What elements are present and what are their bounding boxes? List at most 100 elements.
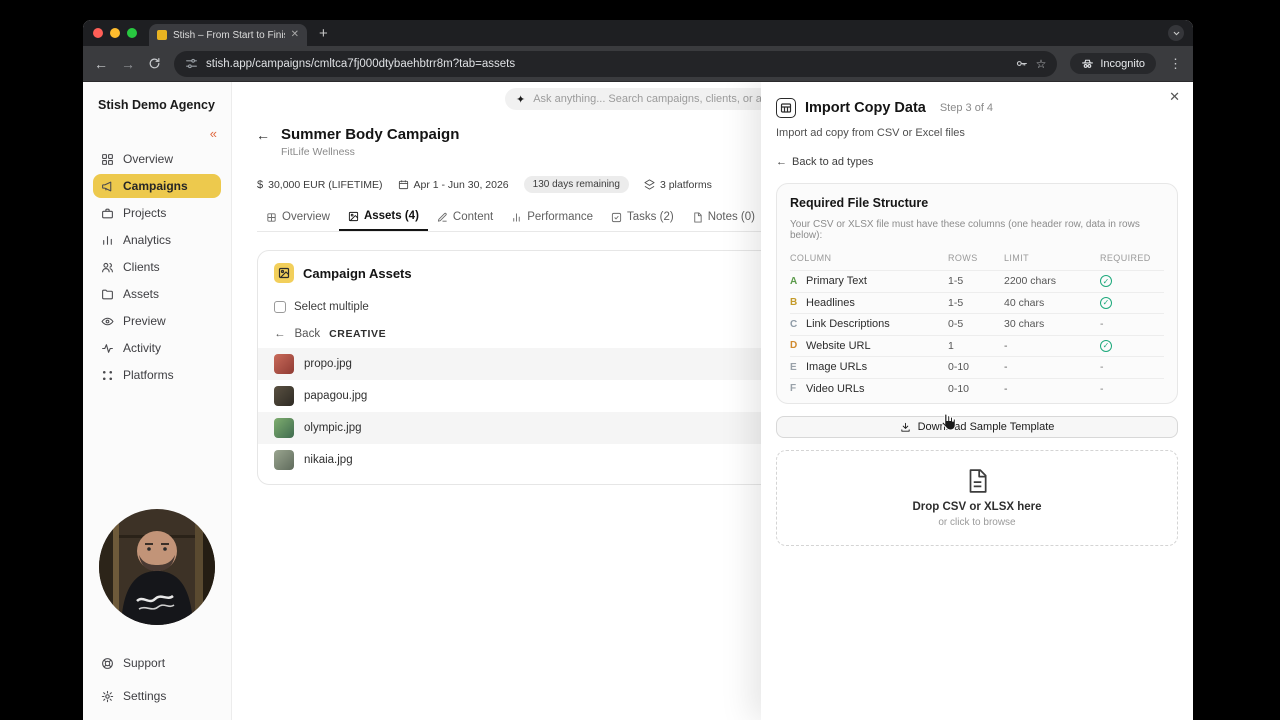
tab-performance[interactable]: Performance (502, 203, 602, 231)
users-icon (101, 261, 114, 274)
rows-value: 1 (948, 340, 1004, 352)
sidebar-item-label: Analytics (123, 233, 171, 247)
campaign-meta: $ 30,000 EUR (LIFETIME) Apr 1 - Jun 30, … (257, 176, 712, 193)
column-letter: E (790, 362, 800, 373)
sidebar-item-campaigns[interactable]: Campaigns (93, 174, 221, 198)
tab-assets[interactable]: Assets (4) (339, 203, 428, 231)
column-name: Primary Text (806, 275, 867, 287)
sidebar-item-label: Campaigns (123, 179, 188, 193)
file-name: nikaia.jpg (304, 454, 353, 466)
tab-label: Content (453, 211, 493, 223)
column-name: Video URLs (806, 383, 865, 395)
sidebar: Stish Demo Agency « Overview Campaigns P… (83, 82, 232, 720)
sidebar-item-activity[interactable]: Activity (93, 336, 221, 360)
sidebar-item-preview[interactable]: Preview (93, 309, 221, 333)
limit-value: 40 chars (1004, 297, 1100, 309)
password-key-icon[interactable] (1015, 57, 1028, 70)
browser-window: Stish – From Start to Finish | ✕ + ← → s… (83, 20, 1193, 720)
tab-close-icon[interactable]: ✕ (291, 30, 299, 40)
column-letter: F (790, 383, 800, 394)
reload-icon (148, 57, 161, 70)
dropzone-sub-text: or click to browse (938, 517, 1015, 528)
column-letter: C (790, 319, 800, 330)
tab-label: Performance (527, 211, 593, 223)
tab-tasks[interactable]: Tasks (2) (602, 203, 683, 231)
back-label[interactable]: Back (295, 328, 321, 340)
not-required-dash: - (1100, 383, 1164, 395)
sidebar-collapse-button[interactable]: « (210, 127, 217, 140)
limit-value: 30 chars (1004, 318, 1100, 330)
sidebar-item-overview[interactable]: Overview (93, 147, 221, 171)
sidebar-item-analytics[interactable]: Analytics (93, 228, 221, 252)
folder-icon (101, 288, 114, 301)
close-window-button[interactable] (93, 28, 103, 38)
select-multiple-label: Select multiple (294, 301, 369, 313)
dates-value: Apr 1 - Jun 30, 2026 (414, 179, 509, 191)
rows-header: ROWS (948, 253, 1004, 263)
bar-chart-icon (101, 234, 114, 247)
required-check-icon: ✓ (1100, 275, 1112, 287)
sparkle-icon: ✦ (516, 93, 525, 106)
rows-value: 0-5 (948, 318, 1004, 330)
eye-icon (101, 315, 114, 328)
browser-back-button[interactable]: ← (94, 57, 108, 71)
download-sample-template-button[interactable]: Download Sample Template (776, 416, 1178, 438)
column-letter: D (790, 340, 800, 351)
sidebar-item-platforms[interactable]: Platforms (93, 363, 221, 387)
tab-notes[interactable]: Notes (0) (683, 203, 764, 231)
document-icon (692, 212, 703, 223)
limit-value: 2200 chars (1004, 275, 1100, 287)
sidebar-item-label: Activity (123, 341, 161, 355)
incognito-label: Incognito (1100, 58, 1145, 70)
limit-value: - (1004, 361, 1100, 373)
required-header: REQUIRED (1100, 253, 1164, 263)
maximize-window-button[interactable] (127, 28, 137, 38)
sidebar-item-settings[interactable]: Settings (93, 684, 221, 708)
tab-content[interactable]: Content (428, 203, 502, 231)
column-name: Website URL (806, 340, 871, 352)
sidebar-item-label: Overview (123, 152, 173, 166)
close-icon[interactable]: ✕ (1169, 90, 1180, 103)
chart-icon (511, 212, 522, 223)
required-check-icon: ✓ (1100, 340, 1112, 352)
table-row: EImage URLs 0-10 - - (790, 356, 1164, 378)
browser-forward-button[interactable]: → (121, 57, 135, 71)
table-row: APrimary Text 1-5 2200 chars ✓ (790, 270, 1164, 292)
minimize-window-button[interactable] (110, 28, 120, 38)
file-dropzone[interactable]: Drop CSV or XLSX here or click to browse (776, 450, 1178, 546)
sidebar-item-projects[interactable]: Projects (93, 201, 221, 225)
not-required-dash: - (1100, 318, 1164, 330)
budget-meta: $ 30,000 EUR (LIFETIME) (257, 179, 383, 191)
sidebar-item-label: Platforms (123, 368, 174, 382)
tab-bar: Stish – From Start to Finish | ✕ + (83, 20, 1193, 46)
dropzone-main-text: Drop CSV or XLSX here (912, 501, 1041, 513)
file-name: olympic.jpg (304, 422, 362, 434)
url-bar[interactable]: stish.app/campaigns/cmltca7fj000dtybaehb… (174, 51, 1057, 77)
table-row: FVideo URLs 0-10 - - (790, 378, 1164, 400)
sidebar-item-clients[interactable]: Clients (93, 255, 221, 279)
reload-button[interactable] (148, 57, 161, 70)
file-name: propo.jpg (304, 358, 352, 370)
back-arrow-icon[interactable]: ← (256, 127, 270, 143)
incognito-icon (1081, 57, 1094, 70)
new-tab-button[interactable]: + (319, 26, 328, 41)
column-header: COLUMN (790, 253, 948, 263)
file-thumbnail (274, 450, 294, 470)
tab-search-button[interactable] (1168, 25, 1184, 41)
sidebar-item-support[interactable]: Support (93, 651, 221, 675)
browser-menu-button[interactable]: ⋮ (1169, 56, 1182, 72)
back-arrow-icon[interactable]: ← (274, 328, 286, 340)
check-square-icon (611, 212, 622, 223)
pencil-icon (437, 212, 448, 223)
browser-tab[interactable]: Stish – From Start to Finish | ✕ (149, 24, 307, 46)
site-settings-icon[interactable] (185, 57, 198, 70)
days-remaining-badge: 130 days remaining (524, 176, 629, 193)
back-to-ad-types-link[interactable]: ← Back to ad types (776, 156, 873, 168)
tab-overview[interactable]: Overview (257, 203, 339, 231)
sidebar-item-assets[interactable]: Assets (93, 282, 221, 306)
platforms-meta: 3 platforms (644, 179, 712, 191)
bookmark-star-icon[interactable]: ☆ (1036, 57, 1047, 71)
select-multiple-checkbox[interactable] (274, 301, 286, 313)
back-arrow-icon: ← (776, 156, 787, 168)
sidebar-item-label: Preview (123, 314, 166, 328)
